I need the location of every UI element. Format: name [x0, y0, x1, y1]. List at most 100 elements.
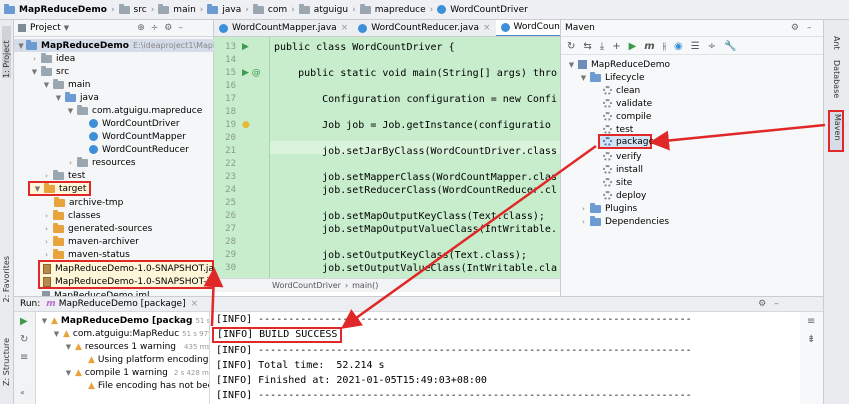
generate-sources-icon[interactable]: ⇆ [583, 41, 591, 52]
maven-dependencies[interactable]: › Dependencies [579, 215, 669, 228]
run-icon[interactable]: ▶ [629, 41, 637, 52]
expand-arrow-icon[interactable]: ▼ [64, 343, 73, 351]
tree-item-target[interactable]: ▼ target [28, 181, 92, 196]
hide-icon[interactable]: – [178, 23, 183, 33]
project-view-selector[interactable]: Project [30, 23, 61, 33]
expand-arrow-icon[interactable]: ▼ [18, 42, 24, 50]
layout-icon[interactable]: ≡ [20, 352, 28, 363]
soft-wrap-icon[interactable]: ≡ [807, 316, 815, 327]
run-gutter-icon[interactable]: ▶ [242, 41, 249, 54]
tree-item-main[interactable]: ▼ main [42, 78, 91, 91]
expand-arrow-icon[interactable]: ▼ [42, 81, 51, 89]
maven-lifecycle[interactable]: ▼ Lifecycle [579, 71, 644, 84]
expand-arrow-icon[interactable]: › [579, 218, 588, 226]
tree-item-resources[interactable]: › resources [66, 156, 136, 169]
expand-arrow-icon[interactable]: › [42, 238, 51, 246]
maven-phase-deploy[interactable]: deploy [603, 189, 646, 202]
tab-wordcountreducer[interactable]: WordCountReducer.java × [353, 20, 495, 36]
favorites-tool-tab[interactable]: 2: Favorites [2, 256, 11, 302]
run-tree-module[interactable]: ▼ ▲ com.atguigu:MapReduc 51 s 979 ms [52, 327, 209, 340]
run-tree-warning[interactable]: ▲ Using platform encoding (U [88, 353, 209, 366]
intention-bulb-icon[interactable]: ● [242, 119, 250, 132]
maven-phase-verify[interactable]: verify [603, 150, 641, 163]
expand-arrow-icon[interactable]: › [66, 159, 75, 167]
expand-arrow-icon[interactable]: ▼ [40, 317, 49, 325]
gear-icon[interactable]: ⚙ [791, 23, 799, 33]
expand-icon[interactable]: « [20, 388, 25, 397]
breadcrumb-src[interactable]: src [134, 5, 147, 15]
breadcrumb-project[interactable]: MapReduceDemo [19, 5, 107, 15]
expand-arrow-icon[interactable]: › [42, 251, 51, 259]
tab-wordcountmapper[interactable]: WordCountMapper.java × [214, 20, 353, 36]
breadcrumb-atguigu[interactable]: atguigu [314, 5, 348, 15]
run-tree-compile[interactable]: ▼ ▲ compile 1 warning 2 s 428 ms [64, 366, 209, 379]
expand-arrow-icon[interactable]: ▼ [33, 185, 42, 193]
tree-item-jar-with-dependencies[interactable]: MapReduceDemo-1.0-SNAPSHOT-jar-with- [40, 275, 212, 288]
gear-icon[interactable]: ⚙ [758, 299, 766, 309]
breadcrumb-com[interactable]: com [268, 5, 287, 15]
wrench-icon[interactable]: 🔧 [724, 41, 736, 52]
tree-item-java[interactable]: ▼ java [54, 91, 99, 104]
toggle-offline-icon[interactable]: ⫲ [663, 41, 666, 52]
expand-arrow-icon[interactable]: ▼ [30, 68, 39, 76]
run-tree-resources[interactable]: ▼ ▲ resources 1 warning 435 ms [64, 340, 209, 353]
tree-item-generated-sources[interactable]: › generated-sources [42, 222, 152, 235]
scroll-to-end-icon[interactable]: ⇟ [807, 334, 815, 345]
run-icon[interactable]: ▶ [20, 316, 28, 327]
expand-arrow-icon[interactable]: › [30, 55, 39, 63]
close-icon[interactable]: × [483, 23, 491, 33]
expand-arrow-icon[interactable]: › [579, 205, 588, 213]
expand-arrow-icon[interactable]: ▼ [567, 61, 576, 69]
editor-crumb-method[interactable]: main() [352, 281, 378, 290]
editor-crumb-class[interactable]: WordCountDriver [272, 281, 341, 290]
show-dependencies-icon[interactable]: ☰ [691, 41, 700, 52]
hide-icon[interactable]: – [807, 23, 812, 33]
tree-item-src[interactable]: ▼ src [30, 65, 69, 78]
ant-tool-tab[interactable]: Ant [832, 36, 841, 50]
close-icon[interactable]: × [191, 299, 199, 309]
expand-arrow-icon[interactable]: ▼ [579, 74, 588, 82]
collapse-icon[interactable]: ÷ [151, 23, 159, 33]
collapse-all-icon[interactable]: ÷ [708, 41, 716, 52]
structure-tool-tab[interactable]: Z: Structure [2, 338, 11, 386]
editor-code-area[interactable]: public class WordCountDriver { public st… [270, 37, 560, 278]
maven-phase-clean[interactable]: clean [603, 84, 640, 97]
tab-wordcountdriver[interactable]: WordCountDriver.java × [495, 20, 560, 36]
expand-arrow-icon[interactable]: › [42, 225, 51, 233]
maven-plugins[interactable]: › Plugins [579, 202, 637, 215]
expand-arrow-icon[interactable]: ▼ [64, 369, 73, 377]
expand-arrow-icon[interactable]: ▼ [52, 330, 61, 338]
maven-phase-site[interactable]: site [603, 176, 632, 189]
run-gutter-icon[interactable]: ▶ @ [242, 67, 261, 80]
tree-item-wordcountdriver[interactable]: WordCountDriver [89, 117, 180, 130]
hide-icon[interactable]: – [774, 299, 779, 309]
expand-arrow-icon[interactable]: › [42, 172, 51, 180]
run-tree-warning[interactable]: ▲ File encoding has not been s [88, 379, 209, 392]
expand-arrow-icon[interactable]: ▼ [66, 107, 75, 115]
tree-item-idea[interactable]: › idea [30, 52, 75, 65]
breadcrumb-file[interactable]: WordCountDriver [450, 5, 528, 15]
tree-root[interactable]: ▼ MapReduceDemo E:\ideaproject1\MapReduc… [14, 39, 214, 52]
maven-goal-icon[interactable]: m [644, 41, 654, 52]
breadcrumb-mapreduce[interactable]: mapreduce [375, 5, 426, 15]
tree-item-jar[interactable]: MapReduceDemo-1.0-SNAPSHOT.jar [40, 262, 218, 275]
tree-item-package[interactable]: ▼ com.atguigu.mapreduce [66, 104, 202, 117]
tree-item-maven-archiver[interactable]: › maven-archiver [42, 235, 139, 248]
add-icon[interactable]: + [612, 41, 620, 52]
project-tool-tab[interactable]: 1: Project [2, 26, 11, 78]
tree-item-classes[interactable]: › classes [42, 209, 101, 222]
maven-phase-install[interactable]: install [603, 163, 643, 176]
tree-item-wordcountmapper[interactable]: WordCountMapper [89, 130, 186, 143]
maven-phase-validate[interactable]: validate [603, 97, 652, 110]
tree-item-archive-tmp[interactable]: archive-tmp [54, 196, 123, 209]
skip-tests-icon[interactable]: ◉ [674, 41, 683, 52]
close-icon[interactable]: × [341, 23, 349, 33]
breadcrumb-java[interactable]: java [222, 5, 241, 15]
chevron-down-icon[interactable]: ▼ [64, 24, 69, 32]
run-tab[interactable]: MapReduceDemo [package] [59, 299, 186, 309]
download-icon[interactable]: ⤓ [600, 41, 604, 52]
maven-tool-tab[interactable]: Maven [828, 110, 844, 152]
expand-arrow-icon[interactable]: ▼ [54, 94, 63, 102]
run-tree-root[interactable]: ▼ ▲ MapReduceDemo [packag 51 s 749 ms [40, 314, 209, 327]
maven-root[interactable]: ▼ MapReduceDemo [567, 58, 670, 71]
